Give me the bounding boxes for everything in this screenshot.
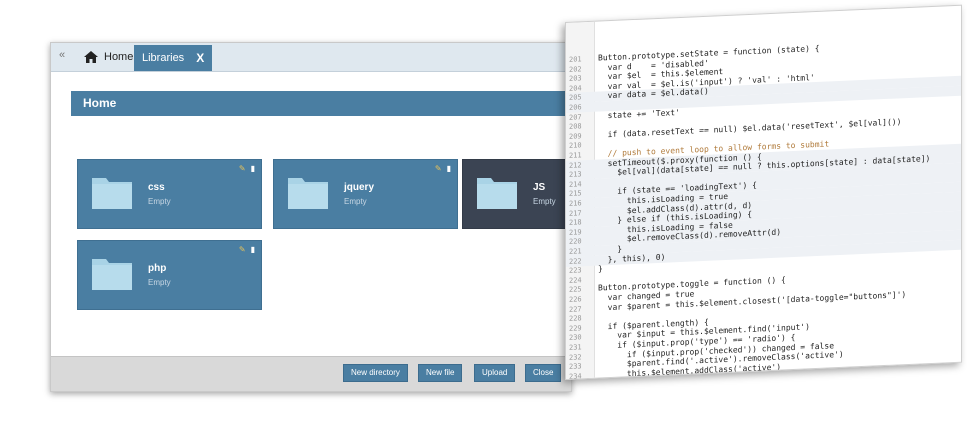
tab-bar: « Home Libraries X [51,43,571,72]
page-title: Home [71,91,571,116]
folder-icon [92,178,132,209]
tab-home-label: Home [104,51,134,63]
folder-name: JS [533,182,546,193]
tab-libraries-label: Libraries [142,52,185,64]
folder-status: Empty [148,197,171,206]
trash-icon[interactable]: ▮ [251,165,255,173]
back-arrow-icon[interactable]: « [59,49,65,61]
folder-php[interactable]: php Empty ✎ ▮ [77,240,262,310]
folder-name: jquery [344,182,375,193]
footer-toolbar: New directory New file Upload Close [51,356,571,391]
folder-name: css [148,182,165,193]
upload-button[interactable]: Upload [474,364,516,382]
tab-close-button[interactable]: X [196,51,204,65]
close-button[interactable]: Close [525,364,562,382]
edit-icon[interactable]: ✎ [239,165,246,173]
trash-icon[interactable]: ▮ [447,165,451,173]
edit-icon[interactable]: ✎ [435,165,442,173]
folder-jquery[interactable]: jquery Empty ✎ ▮ [273,159,458,229]
tab-libraries[interactable]: Libraries X [134,45,213,71]
home-icon [84,51,98,63]
folder-name: php [148,263,167,274]
folder-js[interactable]: JS Empty [462,159,571,229]
folder-icon [92,259,132,290]
new-file-button[interactable]: New file [418,364,463,382]
folder-icon [477,178,517,209]
code-editor-panel[interactable]: 201 Button.prototype.setState = function … [565,4,962,381]
code-lines: 201 Button.prototype.setState = function … [566,6,961,380]
folder-icon [288,178,328,209]
edit-icon[interactable]: ✎ [239,246,246,254]
folder-status: Empty [533,197,556,206]
trash-icon[interactable]: ▮ [251,246,255,254]
file-manager-window: « Home Libraries X Home css Empty ✎ ▮ jq… [50,42,572,392]
new-directory-button[interactable]: New directory [343,364,408,382]
tab-home[interactable]: Home [79,46,141,68]
folder-status: Empty [148,278,171,287]
line-number: 234 [569,372,582,381]
folder-status: Empty [344,197,367,206]
folder-css[interactable]: css Empty ✎ ▮ [77,159,262,229]
